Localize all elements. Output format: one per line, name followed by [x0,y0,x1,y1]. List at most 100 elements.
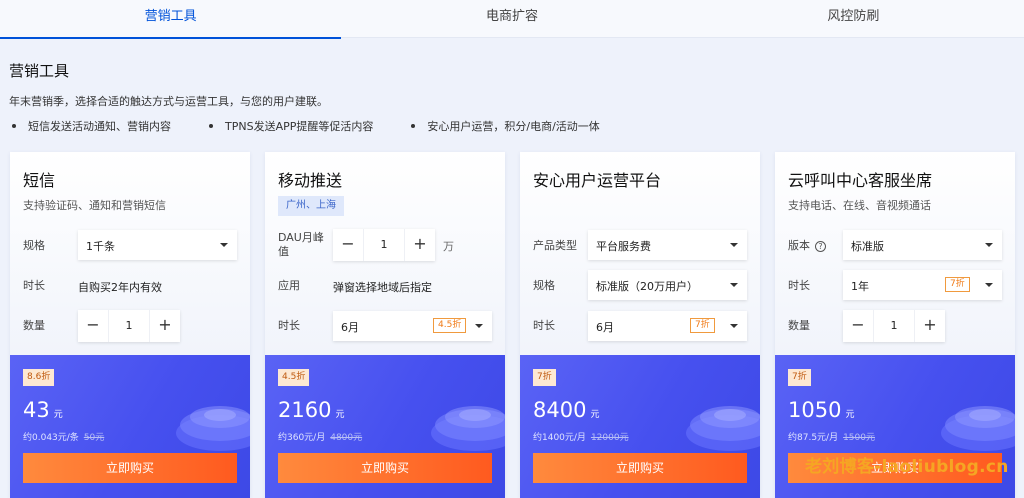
duration-select-value: 6月 [596,321,614,334]
feature-text: 安心用户运营，积分/电商/活动一体 [427,120,600,133]
discount-badge: 8.6折 [23,369,55,386]
card-title: 安心用户运营平台 [533,171,662,190]
quantity-value[interactable]: 1 [108,310,150,342]
duration-discount-tag: 7折 [945,277,970,292]
dau-unit: 万 [443,240,454,253]
chevron-down-icon [730,243,738,247]
card-description: 支持验证码、通知和营销短信 [23,199,166,212]
increment-button[interactable]: + [915,310,945,342]
tab-marketing-tools[interactable]: 营销工具 [0,0,342,39]
dau-value[interactable]: 1 [363,229,405,261]
chevron-down-icon [220,243,228,247]
duration-label: 时长 [23,279,45,292]
original-price: 50元 [83,433,105,443]
unit-price: 约360元/月 4800元 [278,430,362,443]
coin-stack-decoration [686,406,760,451]
discount-badge: 7折 [788,369,811,386]
product-card-sms: 短信 支持验证码、通知和营销短信 规格 1千条 时长 自购买2年内有效 数量 −… [10,152,250,498]
bullet-icon [411,124,416,128]
original-price: 4800元 [330,433,363,443]
coin-stack-decoration [176,406,250,451]
card-title: 云呼叫中心客服坐席 [788,171,933,190]
bullet-icon [12,124,16,128]
duration-label: 时长 [788,279,810,292]
duration-select[interactable]: 6月 7折 [588,311,747,341]
quantity-label: 数量 [788,319,810,332]
buy-now-button[interactable]: 立即购买 [278,453,492,483]
decrement-button[interactable]: − [843,310,873,342]
increment-button[interactable]: + [405,229,435,261]
unit-price-text: 约0.043元/条 [23,433,79,443]
watermark: 老刘博客-laoliublog.cn [805,457,1009,477]
unit-price-text: 约1400元/月 [533,433,586,443]
duration-label: 时长 [278,319,300,332]
price: 43 元 [23,398,63,422]
buy-now-button[interactable]: 立即购买 [533,453,747,483]
quantity-label: 数量 [23,319,45,332]
feature-item: TPNS发送APP提醒等促活内容 [209,118,373,134]
unit-price: 约1400元/月 12000元 [533,430,629,443]
price-panel: 7折 8400 元 约1400元/月 12000元 立即购买 [520,355,760,498]
feature-text: TPNS发送APP提醒等促活内容 [225,120,374,133]
original-price: 1500元 [843,433,875,443]
buy-now-button[interactable]: 立即购买 [23,453,237,483]
discount-badge: 4.5折 [278,369,310,386]
price-unit: 元 [590,410,600,420]
price-unit: 元 [335,410,345,420]
dau-label: DAU月峰值 [278,231,324,258]
spec-select[interactable]: 标准版（20万用户） [588,270,747,300]
price-amount: 2160 [278,398,332,422]
chevron-down-icon [475,324,483,328]
price: 1050 元 [788,398,854,422]
product-type-select[interactable]: 平台服务费 [588,230,747,260]
unit-price: 约87.5元/月 1500元 [788,430,875,443]
price: 2160 元 [278,398,344,422]
spec-label: 规格 [533,279,555,292]
feature-text: 短信发送活动通知、营销内容 [28,120,171,133]
feature-item: 安心用户运营，积分/电商/活动一体 [411,118,600,134]
spec-select[interactable]: 1千条 [78,230,237,260]
help-icon[interactable]: ? [815,240,826,252]
price-unit: 元 [845,410,855,420]
decrement-button[interactable]: − [78,310,108,342]
price-amount: 43 [23,398,50,422]
product-card-mobile-push: 移动推送 广州、上海 DAU月峰值 − 1 + 万 应用 弹窗选择地域后指定 时… [265,152,505,498]
unit-price: 约0.043元/条 50元 [23,430,104,443]
app-label: 应用 [278,279,300,292]
decrement-button[interactable]: − [333,229,363,261]
card-config-area: 移动推送 广州、上海 DAU月峰值 − 1 + 万 应用 弹窗选择地域后指定 时… [265,152,505,355]
region-tag: 广州、上海 [278,196,344,216]
chevron-down-icon [985,243,993,247]
product-type-value: 平台服务费 [596,240,651,253]
unit-price-text: 约360元/月 [278,433,326,443]
quantity-value[interactable]: 1 [873,310,915,342]
quantity-stepper: − 1 + [78,310,180,342]
spec-select-value: 标准版（20万用户） [596,280,698,293]
duration-select[interactable]: 1年 7折 [843,270,1002,300]
section-intro: 年末营销季，选择合适的触达方式与运营工具，与您的用户建联。 [9,95,328,108]
tab-ecommerce-scaling[interactable]: 电商扩容 [341,0,682,38]
spec-select-value: 1千条 [86,240,115,253]
card-description: 支持电话、在线、音视频通话 [788,199,931,212]
chevron-down-icon [985,283,993,287]
bullet-icon [209,124,213,128]
product-type-label: 产品类型 [533,239,577,252]
duration-select[interactable]: 6月 4.5折 [333,311,492,341]
product-tabs: 营销工具 电商扩容 风控防刷 [0,0,1024,39]
product-card-call-center: 云呼叫中心客服坐席 支持电话、在线、音视频通话 版本 ? 标准版 时长 1年 7… [775,152,1015,498]
product-card-user-ops-platform: 安心用户运营平台 产品类型 平台服务费 规格 标准版（20万用户） 时长 6月 … [520,152,760,498]
unit-price-text: 约87.5元/月 [788,433,839,443]
version-select[interactable]: 标准版 [843,230,1002,260]
tab-risk-control[interactable]: 风控防刷 [683,0,1024,38]
card-config-area: 短信 支持验证码、通知和营销短信 规格 1千条 时长 自购买2年内有效 数量 −… [10,152,250,355]
duration-discount-tag: 4.5折 [433,318,467,333]
price-amount: 8400 [533,398,587,422]
coin-stack-decoration [431,406,505,451]
price-panel: 8.6折 43 元 约0.043元/条 50元 立即购买 [10,355,250,498]
discount-badge: 7折 [533,369,556,386]
duration-select-value: 1年 [851,280,869,293]
price-amount: 1050 [788,398,842,422]
version-label-group: 版本 ? [788,239,826,253]
chevron-down-icon [730,324,738,328]
increment-button[interactable]: + [150,310,180,342]
